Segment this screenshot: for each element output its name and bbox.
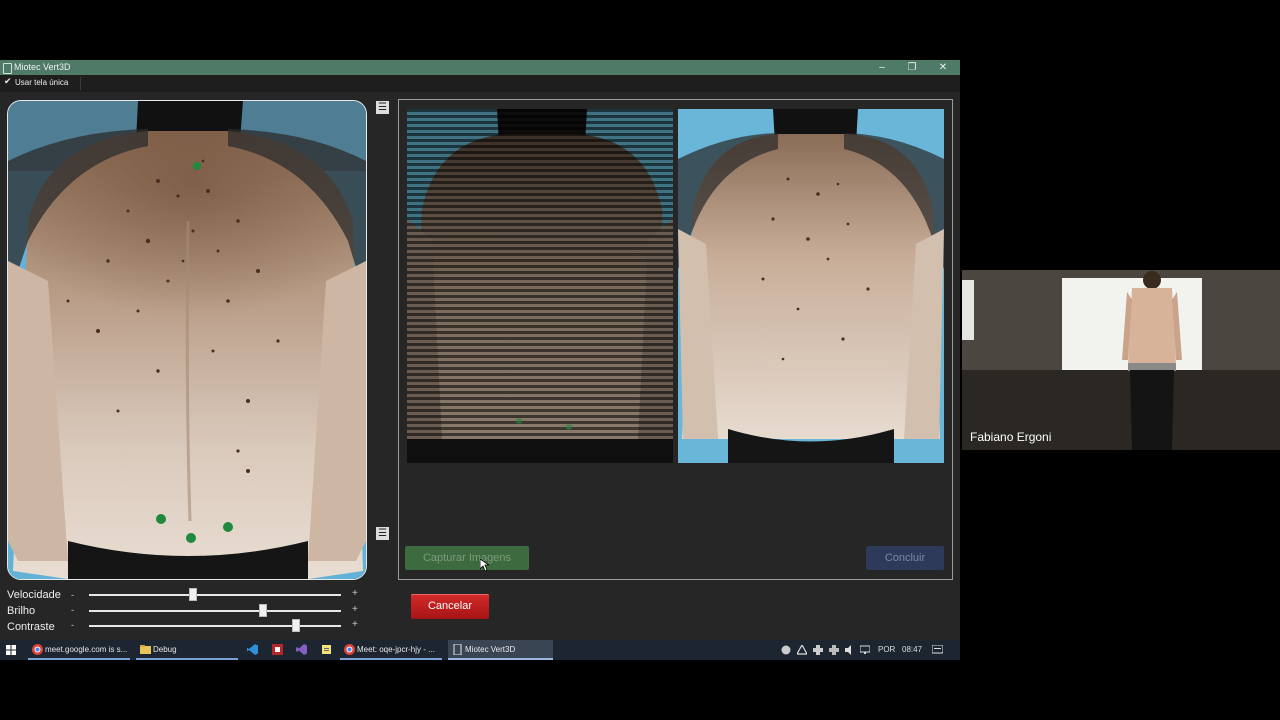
app-window: Miotec Vert3D – ❐ ✕ ✔ Usar tela única ☰ … [0,60,960,660]
patient-back-photo-main[interactable] [7,100,367,580]
miotec-icon [453,644,462,655]
contrast-slider-track[interactable] [89,625,341,627]
panel-toggle-bottom-icon[interactable]: ☰ [376,527,389,540]
contrast-minus[interactable]: - [71,620,74,630]
check-icon[interactable]: ✔ [4,76,12,87]
speed-slider-thumb[interactable] [189,588,197,601]
volume-icon[interactable] [845,645,855,655]
conclude-button[interactable]: Concluir [866,546,944,570]
participant-video-tile[interactable]: Fabiano Ergoni [962,270,1280,450]
windows-start-icon[interactable] [6,645,16,655]
folder-icon [140,645,151,654]
bluetooth-icon[interactable] [829,645,839,655]
taskbar-item-label: Miotec Vert3D [465,645,516,654]
speed-slider-track[interactable] [89,594,341,596]
striped-back-illustration [407,109,673,463]
chrome-icon [32,644,43,655]
windows-taskbar: meet.google.com is s... Debug Meet: oqe-… [0,640,960,660]
window-title: Miotec Vert3D [14,62,71,72]
speed-minus[interactable]: - [71,590,74,600]
taskbar-item-miotec-vert3d[interactable]: Miotec Vert3D [448,640,553,660]
notes-icon[interactable] [321,644,332,655]
brightness-minus[interactable]: - [71,605,74,615]
brightness-plus[interactable]: + [352,604,358,615]
keyboard-language[interactable]: POR [878,640,895,660]
participant-video-frame [962,270,1280,450]
capture-panel: Capturar Imagens Concluir [398,99,953,580]
taskbar-item-debug-folder[interactable]: Debug [136,640,238,660]
brightness-slider-track[interactable] [89,610,341,612]
app-icon [3,63,12,74]
back-photo-illustration [8,101,366,579]
title-bar[interactable]: Miotec Vert3D – ❐ ✕ [0,60,960,75]
mouse-cursor-icon [480,559,489,572]
speed-label: Velocidade [7,589,61,601]
minimize-button[interactable]: – [868,60,896,75]
cancel-button[interactable]: Cancelar [411,594,489,619]
participant-name: Fabiano Ergoni [970,430,1052,444]
speed-plus[interactable]: + [352,588,358,599]
visual-studio-icon[interactable] [296,644,307,655]
contrast-label: Contraste [7,621,55,633]
drive-icon[interactable] [797,645,807,655]
vscode-icon[interactable] [247,644,258,655]
chrome-icon [344,644,355,655]
taskbar-item-chrome-meet-share[interactable]: meet.google.com is s... [28,640,130,660]
notifications-icon[interactable] [932,645,943,655]
display-icon[interactable] [860,645,870,655]
toolbar-divider [80,77,81,90]
taskbar-item-label: Debug [153,645,177,654]
contrast-plus[interactable]: + [352,619,358,630]
taskbar-item-chrome-meet[interactable]: Meet: oqe-jpcr-hjy - ... [340,640,442,660]
normal-back-photo[interactable] [678,109,944,463]
taskbar-item-label: meet.google.com is s... [45,645,128,654]
toolbar: ✔ Usar tela única [0,75,960,92]
striped-projection-photo[interactable] [407,109,673,463]
taskbar-item-label: Meet: oqe-jpcr-hjy - ... [357,645,435,654]
skype-icon[interactable] [781,645,791,655]
network-sync-icon[interactable] [813,645,823,655]
close-button[interactable]: ✕ [929,60,957,75]
panel-toggle-top-icon[interactable]: ☰ [376,101,389,114]
single-screen-toggle-label[interactable]: Usar tela única [15,78,68,87]
app-red-icon[interactable] [272,644,283,655]
capture-images-button[interactable]: Capturar Imagens [405,546,529,570]
brightness-slider-thumb[interactable] [259,604,267,617]
restore-button[interactable]: ❐ [898,60,926,75]
clock-time[interactable]: 08:47 [902,640,922,660]
normal-back-illustration [678,109,944,463]
contrast-slider-thumb[interactable] [292,619,300,632]
brightness-label: Brilho [7,605,36,617]
